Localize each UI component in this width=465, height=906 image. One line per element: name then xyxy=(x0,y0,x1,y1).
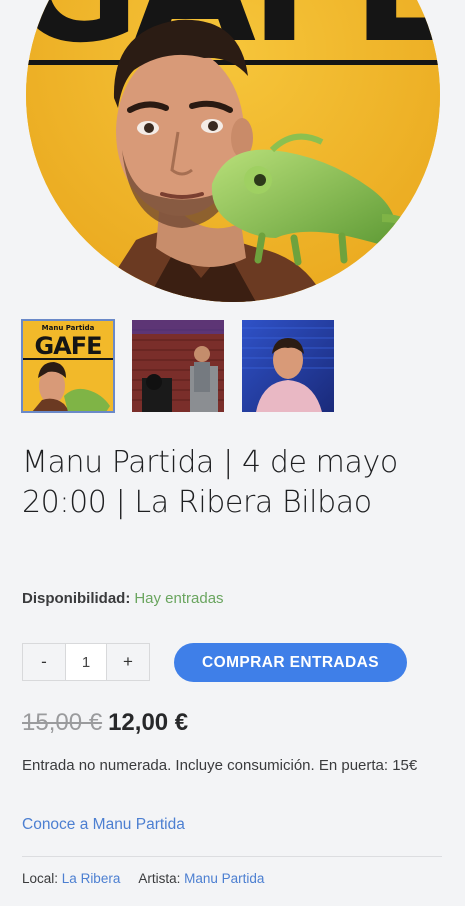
artist-label: Artista: xyxy=(138,871,181,886)
thumbnail-3[interactable] xyxy=(242,320,334,412)
quantity-increase-button[interactable]: + xyxy=(107,644,149,680)
product-title: Manu Partida | 4 de mayo 20:00 | La Ribe… xyxy=(22,445,398,520)
thumbnail-portrait-graphic xyxy=(242,320,334,412)
availability-status: Hay entradas xyxy=(134,590,224,607)
availability: Disponibilidad: Hay entradas xyxy=(22,590,224,607)
hero-product-image[interactable]: GAFE xyxy=(26,0,440,302)
buy-tickets-button[interactable]: COMPRAR ENTRADAS xyxy=(174,643,407,682)
thumbnail-1[interactable]: Manu Partida GAFE xyxy=(21,319,115,413)
divider xyxy=(22,856,442,857)
sale-price: 12,00 € xyxy=(108,709,189,736)
thumbnail-stage-graphic xyxy=(132,320,224,412)
artist-info-link[interactable]: Conoce a Manu Partida xyxy=(22,816,185,834)
venue-label: Local: xyxy=(22,871,59,886)
price: 15,00 €12,00 € xyxy=(22,707,188,739)
venue-link[interactable]: La Ribera xyxy=(62,871,121,886)
quantity-input[interactable] xyxy=(65,644,107,680)
thumbnail-poster-title: GAFE xyxy=(34,332,101,360)
thumbnail-poster-graphic: Manu Partida GAFE xyxy=(22,320,114,412)
hero-poster-graphic: GAFE xyxy=(26,0,440,302)
quantity-decrease-button[interactable]: - xyxy=(23,644,65,680)
thumbnail-2[interactable] xyxy=(132,320,224,412)
thumbnail-poster-brand: Manu Partida xyxy=(42,324,95,332)
original-price: 15,00 € xyxy=(22,709,103,736)
artist-link[interactable]: Manu Partida xyxy=(184,871,264,886)
thumbnail-gallery: Manu Partida GAFE xyxy=(21,319,334,413)
product-meta: Local: La Ribera Artista: Manu Partida xyxy=(22,871,264,886)
quantity-stepper: - + xyxy=(22,643,150,681)
availability-label: Disponibilidad: xyxy=(22,590,131,607)
product-description: Entrada no numerada. Incluye consumición… xyxy=(22,757,418,774)
